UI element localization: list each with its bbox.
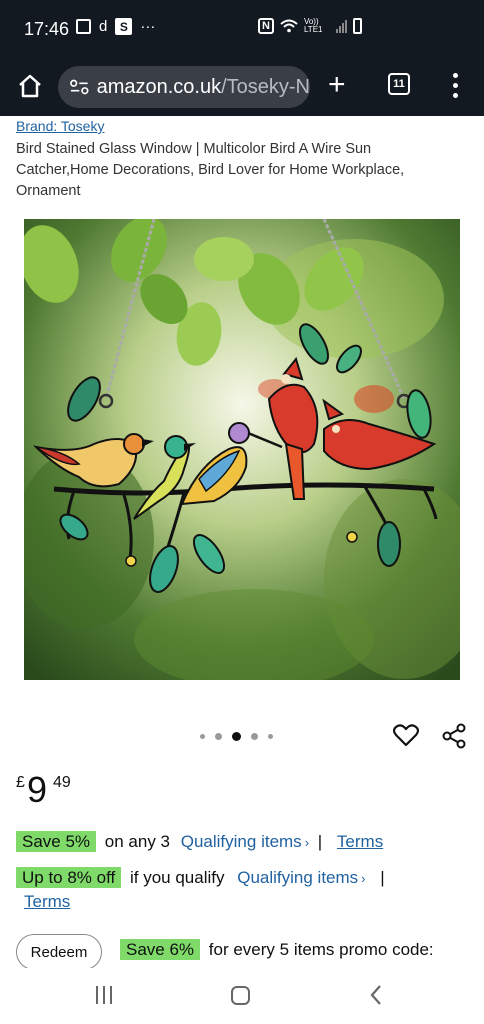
menu-dot (452, 92, 458, 98)
save5-text: on any 3 (104, 832, 171, 851)
nfc-icon: N (258, 18, 274, 34)
back-icon (370, 985, 381, 1005)
offer-upto8: Up to 8% off if you qualify Qualifying i… (16, 867, 385, 888)
volte-icon: Vo)) LTE1 (303, 17, 323, 34)
battery-icon (352, 18, 362, 34)
price-whole: 9 (27, 769, 48, 810)
notification-icons: d S ··· (76, 18, 155, 35)
system-icons: N Vo)) LTE1 (258, 18, 362, 34)
share-button[interactable] (441, 723, 467, 749)
upto8-separator: | (380, 868, 385, 887)
price-currency: £ (16, 774, 25, 791)
address-bar[interactable]: amazon.co.uk/Toseky-N (58, 66, 310, 108)
upto8-badge: Up to 8% off (16, 867, 122, 888)
upto8-qualifying-link[interactable]: Qualifying items (237, 868, 358, 887)
promo-badge: Save 6% (120, 939, 201, 960)
more-notifications-icon: ··· (140, 18, 156, 35)
browser-toolbar: amazon.co.uk/Toseky-N + 11 (0, 58, 484, 116)
offer-save5: Save 5% on any 3 Qualifying items › | Ter… (16, 831, 383, 852)
carousel-dot[interactable] (251, 733, 258, 740)
redeem-button[interactable]: Redeem (16, 934, 102, 970)
site-settings-icon (70, 79, 89, 95)
menu-dot (452, 82, 458, 88)
wifi-icon (280, 19, 298, 33)
home-icon (19, 74, 41, 98)
gallery-icon (76, 19, 91, 34)
save5-badge: Save 5% (16, 831, 97, 852)
carousel-dot[interactable] (200, 734, 205, 739)
save5-terms-link[interactable]: Terms (337, 832, 383, 851)
wishlist-button[interactable] (392, 724, 420, 748)
upto8-terms-row: Terms (24, 892, 70, 912)
system-navigation-bar (0, 968, 484, 1024)
save5-qualifying-link[interactable]: Qualifying items (181, 832, 302, 851)
offer-promo: Save 6% for every 5 items promo code: (120, 939, 434, 960)
status-bar: 17:46 d S ··· N Vo)) LTE1 (0, 0, 484, 58)
heart-icon (392, 724, 420, 747)
url-domain: amazon.co.uk (96, 75, 222, 98)
carousel-dot[interactable] (268, 734, 273, 739)
menu-dot (452, 72, 458, 78)
chevron-right-icon: › (361, 871, 366, 886)
product-image[interactable] (24, 219, 460, 680)
url-path: /Toseky-N (221, 75, 310, 98)
back-button[interactable] (366, 982, 386, 1008)
brand-link[interactable]: Brand: Toseky (16, 118, 104, 134)
share-icon (442, 723, 466, 749)
notif-s-icon: S (115, 18, 133, 35)
new-tab-button[interactable]: + (328, 68, 346, 102)
save5-separator: | (317, 832, 323, 851)
upto8-terms-link[interactable]: Terms (24, 892, 70, 911)
status-time: 17:46 (24, 19, 70, 39)
chevron-right-icon: › (304, 835, 310, 850)
tab-switcher-button[interactable]: 11 (388, 73, 410, 95)
promo-text: for every 5 items promo code: (208, 940, 434, 959)
upto8-text: if you qualify (129, 868, 225, 887)
home-button[interactable] (14, 70, 46, 102)
signal-icon (335, 19, 347, 33)
home-nav-button[interactable] (231, 986, 250, 1005)
browser-menu-button[interactable] (448, 70, 462, 100)
bird-suncatcher-illustration (24, 219, 460, 680)
carousel-dot[interactable] (215, 733, 222, 740)
price-fraction: 49 (53, 774, 71, 791)
product-title: Bird Stained Glass Window | Multicolor B… (16, 141, 405, 199)
image-carousel-indicator[interactable] (200, 732, 273, 741)
recent-apps-button[interactable] (96, 986, 112, 1004)
notif-d-icon: d (99, 18, 108, 35)
carousel-dot-active[interactable] (232, 732, 241, 741)
